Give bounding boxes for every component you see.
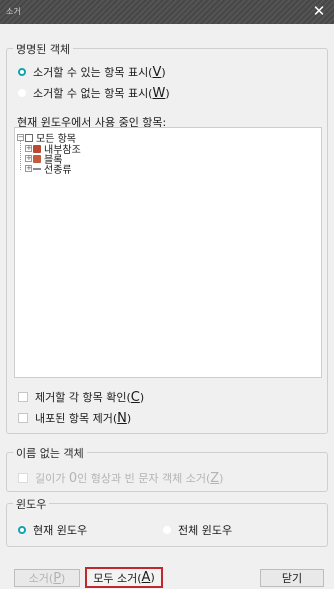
unnamed-objects-legend: 이름 없는 객체 [13,445,87,461]
expand-icon: + [25,164,32,172]
radio-unselected-icon [18,89,26,97]
confirm-each-checkbox[interactable]: 제거할 각 항목 확인(C) [18,389,144,405]
named-objects-legend: 명명된 객체 [13,41,74,57]
tree-item-label: 선종류 [44,165,72,176]
radio-selected-icon [18,68,26,76]
show-purgeable-radio[interactable]: 소거할 수 있는 항목 표시(V) [18,64,166,80]
zero-length-label: 길이가 0인 형상과 빈 문자 객체 소거(Z) [35,471,224,486]
show-unpurgeable-radio[interactable]: 소거할 수 없는 항목 표시(W) [18,85,170,101]
purge-button[interactable]: 소거(P) [14,569,80,587]
current-window-radio[interactable]: 현재 윈도우 [18,522,87,538]
all-windows-radio[interactable]: 전체 윈도우 [163,522,232,538]
radio-unselected-icon [163,526,171,534]
window-title: 소거 [6,7,21,16]
show-unpurgeable-label: 소거할 수 없는 항목 표시(W) [33,86,170,101]
checkbox-box [18,392,28,402]
radio-selected-icon [18,526,26,534]
title-bar: 소거 ✕ [0,0,334,24]
checkbox-box [18,413,28,423]
current-window-label: 현재 윈도우 [33,524,88,537]
purge-all-button[interactable]: 모두 소거(A) [85,567,163,588]
confirm-each-label: 제거할 각 항목 확인(C) [35,390,145,405]
close-button[interactable]: 닫기 [260,569,324,587]
tree-item-linetype[interactable]: + 선종류 [25,161,72,176]
linetype-icon [33,168,41,170]
window-scope-legend: 윈도우 [13,496,50,512]
show-purgeable-label: 소거할 수 있는 항목 표시(V) [33,65,166,80]
collapse-icon: − [17,133,24,141]
checkbox-box [18,473,28,483]
items-tree[interactable]: − 모든 항목 + 내부참조 + 블록 + 선종류 [14,127,322,378]
all-windows-label: 전체 윈도우 [178,524,233,537]
close-icon[interactable]: ✕ [304,0,334,24]
nested-items-checkbox[interactable]: 내포된 항목 제거(N) [18,410,131,426]
zero-length-checkbox[interactable]: 길이가 0인 형상과 빈 문자 객체 소거(Z) [18,470,223,486]
nested-items-label: 내포된 항목 제거(N) [35,411,132,426]
